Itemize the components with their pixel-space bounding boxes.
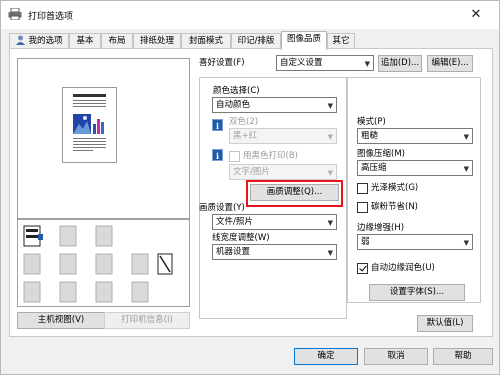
- edge-enhance-label: 边缘增强(H): [357, 223, 405, 233]
- tab-cover-mode[interactable]: 封面模式: [181, 33, 231, 49]
- device-options-icons: [23, 225, 173, 303]
- device-options-panel: [17, 219, 190, 307]
- black-print-select[interactable]: 文字/图片 ▼: [229, 164, 337, 180]
- main-view-button[interactable]: 主机视图(V): [17, 312, 105, 329]
- toner-save-checkbox[interactable]: [357, 202, 368, 213]
- help-button[interactable]: 帮助: [433, 348, 493, 365]
- glossy-mode-checkbox[interactable]: [357, 183, 368, 194]
- two-color-select[interactable]: 黑+红 ▼: [229, 128, 337, 144]
- chevron-down-icon: ▼: [327, 169, 333, 177]
- chevron-down-icon: ▼: [327, 102, 333, 110]
- printer-icon: [8, 8, 22, 20]
- info-icon[interactable]: i: [212, 149, 223, 161]
- tab-stamp[interactable]: 印记/排版: [231, 33, 281, 49]
- glossy-mode-label: 光泽模式(G): [371, 183, 419, 193]
- printer-info-button[interactable]: 打印机信息(I): [104, 312, 190, 329]
- highlight-box: [246, 180, 343, 207]
- tab-my-options[interactable]: 我的选项: [9, 33, 69, 49]
- auto-trapping-checkbox[interactable]: [357, 263, 368, 274]
- tab-other[interactable]: 其它: [327, 33, 355, 49]
- chevron-down-icon: ▼: [463, 133, 469, 141]
- mode-select[interactable]: 粗糙 ▼: [357, 128, 473, 144]
- favorites-select[interactable]: 自定义设置 ▼: [276, 55, 374, 71]
- tab-finishing[interactable]: 排纸处理: [133, 33, 181, 49]
- tab-layout[interactable]: 布局: [101, 33, 133, 49]
- compression-label: 图像压缩(M): [357, 149, 405, 159]
- mode-label: 模式(P): [357, 117, 386, 127]
- preview-image: [73, 94, 106, 151]
- add-favorite-button[interactable]: 追加(D)...: [378, 55, 422, 72]
- title-bar: 打印首选项 ✕: [1, 1, 499, 29]
- quality-settings-select[interactable]: 文件/照片 ▼: [212, 214, 337, 230]
- favorites-label: 喜好设置(F): [199, 58, 245, 68]
- black-print-checkbox[interactable]: [229, 151, 240, 162]
- staple-option-icon: [157, 253, 173, 275]
- finisher-option-icon: [23, 225, 43, 247]
- compression-select[interactable]: 高压缩 ▼: [357, 160, 473, 176]
- cancel-button[interactable]: 取消: [364, 348, 428, 365]
- close-icon: ✕: [470, 7, 482, 22]
- chevron-down-icon: ▼: [327, 219, 333, 227]
- default-button[interactable]: 默认值(L): [417, 315, 473, 332]
- user-icon: [16, 35, 26, 45]
- chevron-down-icon: ▼: [463, 239, 469, 247]
- close-button[interactable]: ✕: [453, 1, 499, 29]
- ok-button[interactable]: 确定: [294, 348, 358, 365]
- color-select[interactable]: 自动颜色 ▼: [212, 97, 337, 113]
- line-width-label: 线宽度调整(W): [212, 233, 270, 243]
- window-title: 打印首选项: [28, 12, 74, 22]
- preview-page: [62, 87, 117, 163]
- edit-favorite-button[interactable]: 编辑(E)...: [427, 55, 473, 72]
- auto-trapping-label: 自动边缘润色(U): [371, 263, 435, 273]
- edge-enhance-select[interactable]: 弱 ▼: [357, 234, 473, 250]
- tab-image-quality[interactable]: 图像品质: [281, 31, 327, 50]
- tab-basic[interactable]: 基本: [69, 33, 101, 49]
- quality-settings-label: 画质设置(Y): [199, 203, 245, 213]
- chevron-down-icon: ▼: [327, 133, 333, 141]
- font-settings-button[interactable]: 设置字体(S)...: [369, 284, 465, 301]
- info-icon[interactable]: i: [212, 119, 223, 131]
- two-color-label: 双色(2): [229, 117, 259, 127]
- line-width-select[interactable]: 机器设置 ▼: [212, 244, 337, 260]
- toner-save-label: 碳粉节省(N): [371, 202, 418, 212]
- black-print-label: 用黑色打印(B): [243, 151, 298, 161]
- print-preferences-dialog: 打印首选项 ✕ 我的选项 基本 布局 排纸处理 封面模式 印记/排版 图像品质 …: [0, 0, 500, 375]
- chevron-down-icon: ▼: [463, 165, 469, 173]
- chevron-down-icon: ▼: [364, 60, 370, 68]
- color-select-label: 颜色选择(C): [213, 86, 260, 96]
- chevron-down-icon: ▼: [327, 249, 333, 257]
